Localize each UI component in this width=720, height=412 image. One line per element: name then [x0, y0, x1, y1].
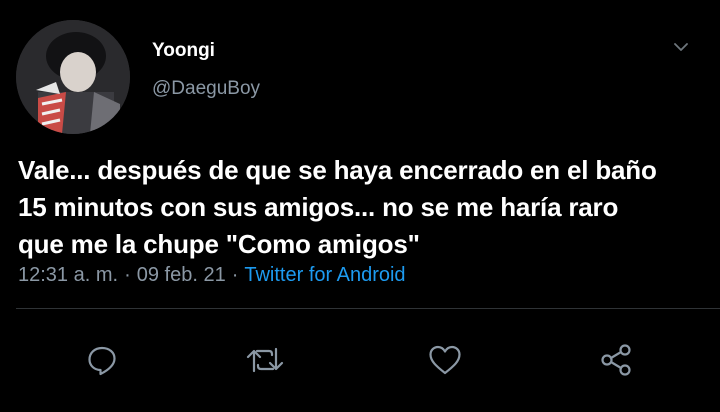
- retweet-button[interactable]: [245, 340, 285, 380]
- reply-button[interactable]: [82, 340, 122, 380]
- reply-icon: [88, 346, 116, 376]
- tweet-text: Vale... después de que se haya encerrado…: [18, 155, 657, 259]
- chevron-down-icon[interactable]: [670, 36, 692, 58]
- tweet-date[interactable]: 09 feb. 21: [137, 264, 226, 287]
- avatar[interactable]: [16, 20, 130, 134]
- action-bar: [0, 340, 720, 384]
- tweet-meta: 12:31 a. m. · 09 feb. 21 · Twitter for A…: [18, 264, 406, 287]
- like-button[interactable]: [425, 340, 465, 380]
- tweet-time[interactable]: 12:31 a. m.: [18, 264, 118, 287]
- user-handle[interactable]: @DaeguBoy: [152, 78, 260, 100]
- heart-icon: [429, 345, 461, 375]
- meta-separator: ·: [231, 264, 239, 286]
- tweet-source-link[interactable]: Twitter for Android: [244, 264, 405, 287]
- meta-separator: ·: [124, 264, 131, 286]
- share-button[interactable]: [596, 340, 636, 380]
- retweet-icon: [246, 347, 284, 373]
- share-icon: [601, 344, 631, 376]
- divider: [16, 308, 720, 309]
- display-name[interactable]: Yoongi: [152, 40, 215, 62]
